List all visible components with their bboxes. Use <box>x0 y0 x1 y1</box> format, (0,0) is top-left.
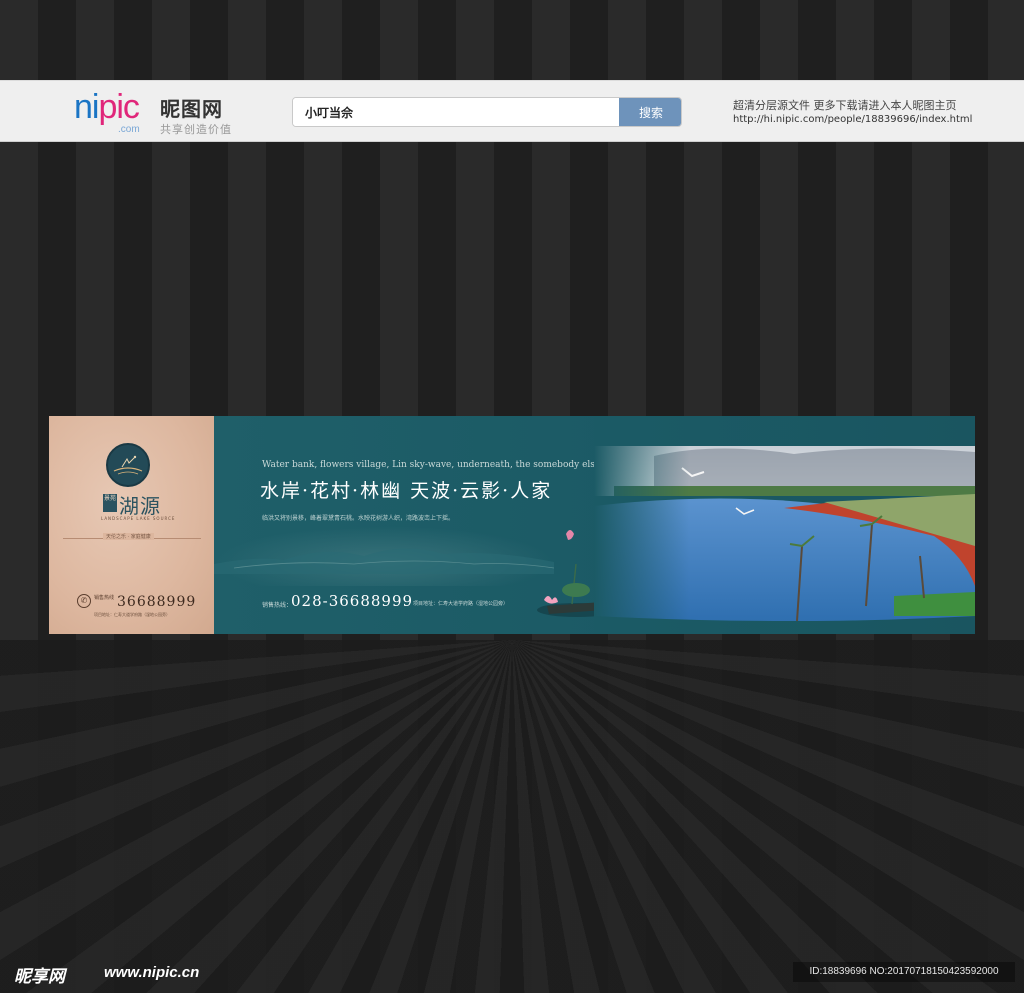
brand-stamp: 景苑 <box>103 494 117 512</box>
footer-logo: 昵享网 <box>14 967 65 987</box>
brand-name: 湖源 <box>119 494 161 518</box>
chinese-poem: 临洪又将别景移，峰着翠黛青石桃。水映花树游人织，湾路波峦上下摇。 <box>262 515 455 522</box>
nipic-logo[interactable]: nipic .com 昵图网 共享创造价值 <box>74 88 244 136</box>
billboard-banner: 景苑 湖源 LANDSCAPE LAKE SOURCE 天伦之乐 · 家庭健康 … <box>49 416 975 634</box>
hotline-number: 028-36688999 <box>291 592 414 610</box>
brand-english: LANDSCAPE LAKE SOURCE <box>101 516 176 521</box>
project-address-right: 项目地址：仁寿大道学府路（湿地公园旁） <box>413 601 509 607</box>
search-box: 搜索 <box>292 97 682 127</box>
footer-image-id: ID:18839696 NO:20170718150423592000 <box>793 962 1015 982</box>
phone-number: 36688999 <box>117 594 197 610</box>
search-input[interactable] <box>293 98 619 126</box>
site-header: nipic .com 昵图网 共享创造价值 搜索 超清分层源文件 更多下载请进入… <box>0 80 1024 142</box>
hotline-label: 销售热线： <box>262 602 293 609</box>
phone-label: 销售热线 <box>94 595 115 601</box>
info-text: 超清分层源文件 更多下载请进入本人昵图主页 <box>733 99 957 112</box>
crane-emblem-icon <box>106 443 150 487</box>
header-info: 超清分层源文件 更多下载请进入本人昵图主页 http://hi.nipic.co… <box>733 99 972 127</box>
logo-wordmark: nipic <box>74 88 140 126</box>
brand-tagline: 天伦之乐 · 家庭健康 <box>103 533 154 540</box>
ink-mountains <box>214 548 554 574</box>
homepage-link[interactable]: http://hi.nipic.com/people/18839696/inde… <box>733 113 972 127</box>
logo-slogan: 共享创造价值 <box>160 123 232 136</box>
phone-icon: ✆ <box>77 594 91 608</box>
footer-site-url[interactable]: www.nipic.cn <box>104 964 199 981</box>
english-slogan: Water bank, flowers village, Lin sky-wav… <box>262 460 601 470</box>
search-button[interactable]: 搜索 <box>619 98 681 126</box>
project-address: 项目地址：仁寿大道学府路（湿地公园旁） <box>94 612 170 617</box>
logo-chinese-name: 昵图网 <box>160 97 223 121</box>
logo-domain: .com <box>118 124 140 135</box>
background-fan <box>0 640 1024 993</box>
banner-right-panel: Water bank, flowers village, Lin sky-wav… <box>214 416 975 634</box>
chinese-title: 水岸·花村·林幽 天波·云影·人家 <box>260 480 553 502</box>
lake-landscape-photo <box>594 416 975 634</box>
banner-left-panel: 景苑 湖源 LANDSCAPE LAKE SOURCE 天伦之乐 · 家庭健康 … <box>49 416 214 634</box>
